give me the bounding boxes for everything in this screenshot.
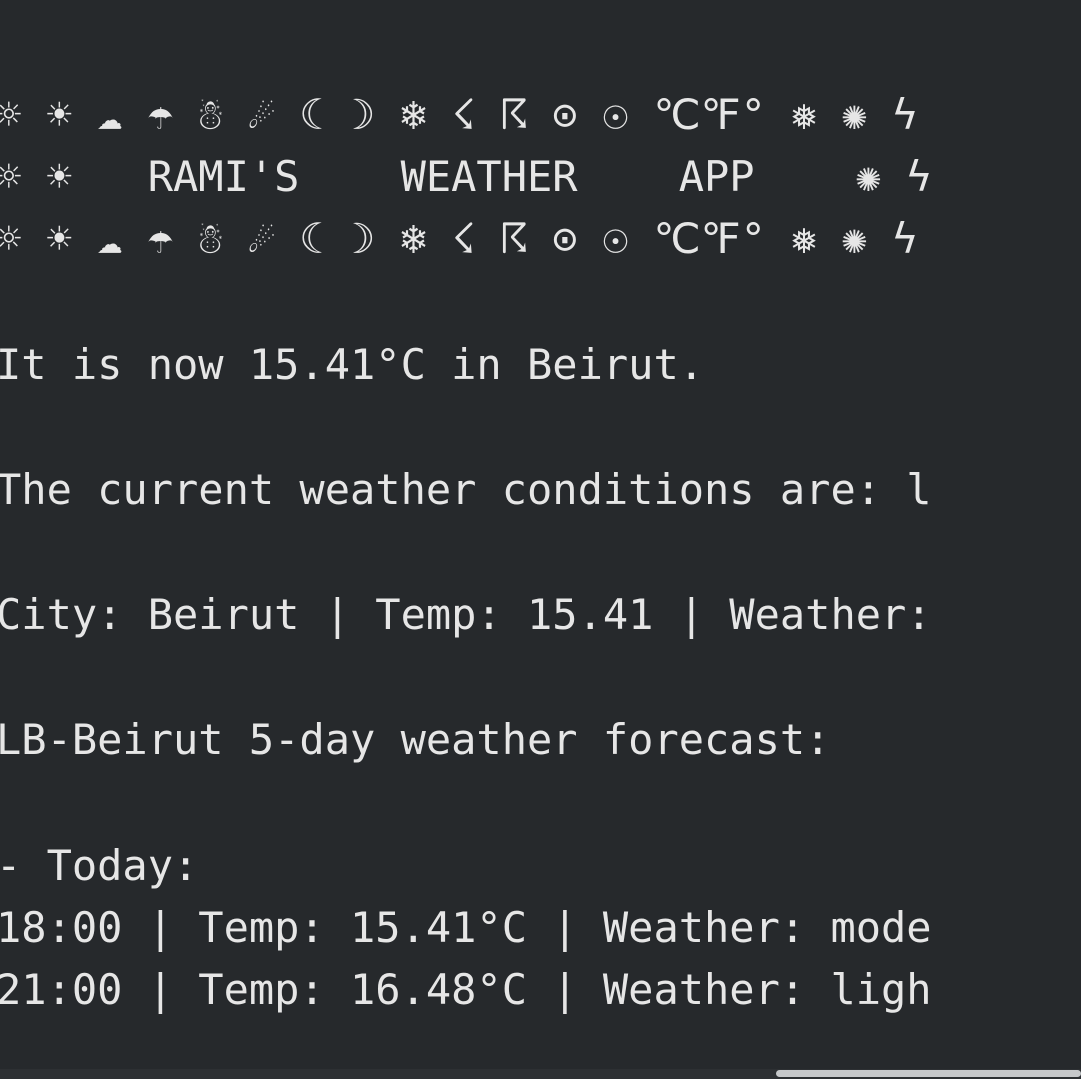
current-conditions-line: The current weather conditions are: l — [0, 465, 932, 514]
forecast-row: 18:00 | Temp: 15.41°C | Weather: mode — [0, 903, 932, 952]
banner-symbols-top: ☼ ☀ ☁ ☂ ☃ ☄ ☾ ☽ ❄ ☇ ☈ ⊙ ☉ ℃℉° ❅ ✺ ϟ — [0, 90, 918, 139]
summary-line: City: Beirut | Temp: 15.41 | Weather: — [0, 590, 932, 639]
current-temp-line: It is now 15.41°C in Beirut. — [0, 340, 705, 389]
forecast-row: 21:00 | Temp: 16.48°C | Weather: ligh — [0, 965, 932, 1014]
banner-symbols-bottom: ☼ ☀ ☁ ☂ ☃ ☄ ☾ ☽ ❄ ☇ ☈ ⊙ ☉ ℃℉° ❅ ✺ ϟ — [0, 214, 918, 263]
forecast-header: LB-Beirut 5-day weather forecast: — [0, 715, 831, 764]
terminal-window[interactable]: ☼ ☀ ☁ ☂ ☃ ☄ ☾ ☽ ❄ ☇ ☈ ⊙ ☉ ℃℉° ❅ ✺ ϟ ☼ ☀ … — [0, 0, 1081, 1079]
scrollbar-thumb[interactable] — [776, 1070, 1081, 1077]
today-label: - Today: — [0, 841, 199, 890]
banner-title-line: ☼ ☀ RAMI'S WEATHER APP ✺ ϟ — [0, 152, 932, 201]
